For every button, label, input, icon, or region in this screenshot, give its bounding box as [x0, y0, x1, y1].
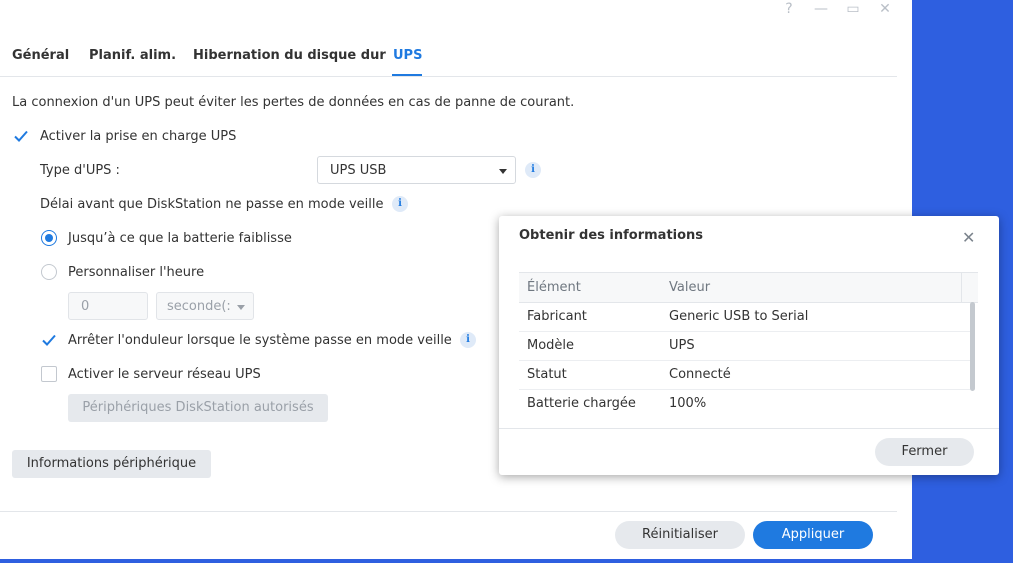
authorized-devices-button[interactable]: Périphériques DiskStation autorisés [68, 394, 328, 422]
ups-description: La connexion d'un UPS peut éviter les pe… [12, 95, 575, 110]
reset-button[interactable]: Réinitialiser [615, 521, 745, 549]
device-info-button[interactable]: Informations périphérique [12, 450, 211, 478]
footer-divider [0, 511, 897, 512]
info-icon[interactable]: i [392, 196, 408, 212]
ups-type-value: UPS USB [330, 163, 387, 178]
chevron-down-icon [499, 169, 507, 174]
tab-power-schedule[interactable]: Planif. alim. [89, 48, 176, 63]
maximize-icon[interactable]: ▭ [843, 0, 863, 20]
time-unit-value: seconde(: [167, 299, 231, 314]
checkmark-icon [14, 130, 28, 142]
cell-item: Fabricant [527, 309, 587, 324]
enable-ups-label: Activer la prise en charge UPS [40, 129, 237, 144]
radio-battery-low[interactable] [41, 230, 57, 246]
custom-time-value: 0 [81, 299, 90, 314]
column-header-spacer [962, 272, 978, 303]
chevron-down-icon [237, 305, 245, 310]
device-info-dialog: Obtenir des informations ✕ Élément Valeu… [499, 216, 999, 475]
delay-label: Délai avant que DiskStation ne passe en … [40, 197, 384, 212]
network-server-label: Activer le serveur réseau UPS [68, 367, 261, 382]
help-icon[interactable]: ? [779, 0, 799, 20]
custom-time-input[interactable]: 0 [68, 292, 148, 320]
checkmark-icon [42, 334, 56, 346]
table-row[interactable]: Modèle UPS [519, 331, 970, 361]
shutdown-ups-checkbox[interactable] [41, 332, 57, 348]
tab-ups[interactable]: UPS [393, 48, 422, 63]
time-unit-select[interactable]: seconde(: [156, 292, 254, 320]
tab-hdd-hibernation[interactable]: Hibernation du disque dur [193, 48, 386, 63]
table-row[interactable]: Fabricant Generic USB to Serial [519, 302, 970, 332]
radio-battery-low-label: Jusqu’à ce que la batterie faiblisse [68, 231, 292, 246]
tab-general[interactable]: Général [12, 48, 69, 63]
info-icon[interactable]: i [460, 332, 476, 348]
active-tab-indicator [392, 74, 422, 76]
tab-bar: Général Planif. alim. Hibernation du dis… [0, 40, 897, 77]
apply-button[interactable]: Appliquer [753, 521, 873, 549]
table-row[interactable]: Batterie chargée 100% [519, 389, 970, 418]
info-icon[interactable]: i [525, 162, 541, 178]
shutdown-ups-label: Arrêter l'onduleur lorsque le système pa… [68, 333, 452, 348]
minimize-icon[interactable]: — [811, 0, 831, 20]
close-icon[interactable]: ✕ [875, 0, 895, 20]
column-header-item[interactable]: Élément [519, 272, 670, 303]
cell-value: 100% [669, 396, 707, 411]
network-server-checkbox[interactable] [41, 366, 57, 382]
cell-value: Generic USB to Serial [669, 309, 809, 324]
ups-type-select[interactable]: UPS USB [317, 156, 516, 184]
cell-item: Batterie chargée [527, 396, 636, 411]
table-scrollbar[interactable] [970, 302, 975, 391]
cell-value: Connecté [669, 367, 731, 382]
cell-item: Modèle [527, 338, 575, 353]
close-dialog-button[interactable]: Fermer [875, 438, 974, 466]
cell-item: Statut [527, 367, 567, 382]
radio-custom-time-label: Personnaliser l'heure [68, 265, 205, 280]
dialog-footer-divider [499, 428, 999, 429]
table-row[interactable]: Statut Connecté [519, 360, 970, 390]
ups-type-label: Type d'UPS : [40, 163, 120, 178]
enable-ups-checkbox[interactable] [13, 128, 29, 144]
cell-value: UPS [669, 338, 695, 353]
dialog-title: Obtenir des informations [519, 228, 704, 243]
radio-custom-time[interactable] [41, 264, 57, 280]
column-header-value[interactable]: Valeur [662, 272, 962, 303]
close-icon[interactable]: ✕ [962, 228, 975, 247]
